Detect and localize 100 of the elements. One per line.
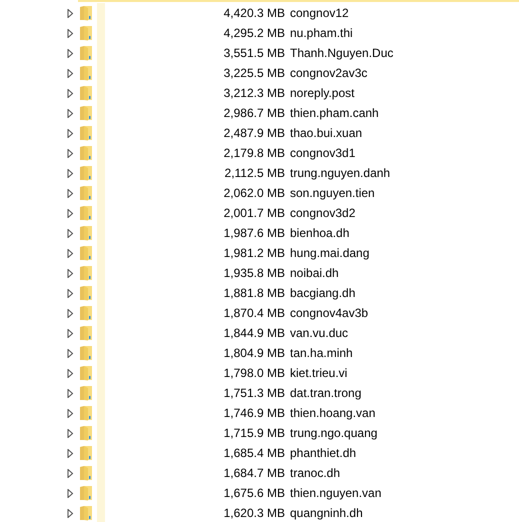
folder-name[interactable]: thien.nguyen.van (290, 486, 382, 500)
expand-arrow-icon[interactable] (66, 188, 75, 198)
folder-name[interactable]: congnov4av3b (290, 306, 368, 320)
expand-arrow-icon[interactable] (66, 448, 75, 458)
folder-size: 4,420.3 MB (222, 6, 285, 20)
expand-arrow-icon[interactable] (66, 488, 75, 498)
folder-name[interactable]: congnov2av3c (290, 66, 368, 80)
folder-size: 1,987.6 MB (222, 226, 285, 240)
folder-size: 1,675.6 MB (222, 486, 285, 500)
folder-icon (79, 465, 93, 481)
folder-icon (79, 285, 93, 301)
folder-icon (79, 105, 93, 121)
folder-size: 1,981.2 MB (222, 246, 285, 260)
expand-arrow-icon[interactable] (66, 328, 75, 338)
folder-size: 2,062.0 MB (222, 186, 285, 200)
folder-size: 3,212.3 MB (222, 86, 285, 100)
expand-arrow-icon[interactable] (66, 48, 75, 58)
folder-name[interactable]: bienhoa.dh (290, 226, 350, 240)
folder-icon (79, 185, 93, 201)
folder-name[interactable]: dat.tran.trong (290, 386, 362, 400)
expand-arrow-icon[interactable] (66, 148, 75, 158)
folder-name[interactable]: tan.ha.minh (290, 346, 353, 360)
folder-name[interactable]: noreply.post (290, 86, 354, 100)
expand-arrow-icon[interactable] (66, 248, 75, 258)
folder-size: 1,751.3 MB (222, 386, 285, 400)
folder-icon (79, 485, 93, 501)
folder-name[interactable]: quangninh.dh (290, 506, 363, 520)
folder-name[interactable]: tranoc.dh (290, 466, 340, 480)
folder-icon (79, 145, 93, 161)
expand-arrow-icon[interactable] (66, 468, 75, 478)
folder-size: 2,487.9 MB (222, 126, 285, 140)
folder-size: 3,225.5 MB (222, 66, 285, 80)
expand-arrow-icon[interactable] (66, 368, 75, 378)
folder-icon (79, 5, 93, 21)
expand-arrow-icon[interactable] (66, 88, 75, 98)
folder-name[interactable]: noibai.dh (290, 266, 339, 280)
expand-arrow-icon[interactable] (66, 428, 75, 438)
folder-name[interactable]: congnov3d2 (290, 206, 356, 220)
expand-arrow-icon[interactable] (66, 508, 75, 518)
folder-name[interactable]: kiet.trieu.vi (290, 366, 348, 380)
folder-name[interactable]: phanthiet.dh (290, 446, 356, 460)
folder-size: 2,986.7 MB (222, 106, 285, 120)
expand-arrow-icon[interactable] (66, 268, 75, 278)
folder-size: 1,844.9 MB (222, 326, 285, 340)
expand-arrow-icon[interactable] (66, 208, 75, 218)
folder-name[interactable]: thao.bui.xuan (290, 126, 362, 140)
folder-icon (79, 445, 93, 461)
folder-size: 1,746.9 MB (222, 406, 285, 420)
folder-icon (79, 85, 93, 101)
folder-icon (79, 65, 93, 81)
folder-size: 1,935.8 MB (222, 266, 285, 280)
folder-name[interactable]: congnov3d1 (290, 146, 356, 160)
folder-name[interactable]: trung.nguyen.danh (290, 166, 390, 180)
folder-size: 1,684.7 MB (222, 466, 285, 480)
folder-size: 3,551.5 MB (222, 46, 285, 60)
folder-icon (79, 265, 93, 281)
folder-size: 1,620.3 MB (222, 506, 285, 520)
folder-size: 1,804.9 MB (222, 346, 285, 360)
folder-icon (79, 345, 93, 361)
folder-name[interactable]: nu.pham.thi (290, 26, 353, 40)
folder-size: 1,685.4 MB (222, 446, 285, 460)
folder-name[interactable]: son.nguyen.tien (290, 186, 375, 200)
expand-arrow-icon[interactable] (66, 348, 75, 358)
folder-size: 2,179.8 MB (222, 146, 285, 160)
expand-arrow-icon[interactable] (66, 308, 75, 318)
folder-size: 1,870.4 MB (222, 306, 285, 320)
folder-size: 4,295.2 MB (222, 26, 285, 40)
expand-arrow-icon[interactable] (66, 8, 75, 18)
folder-size: 2,112.5 MB (224, 166, 285, 180)
folder-icon (79, 425, 93, 441)
expand-arrow-icon[interactable] (66, 408, 75, 418)
expand-arrow-icon[interactable] (66, 128, 75, 138)
expand-arrow-icon[interactable] (66, 108, 75, 118)
expand-arrow-icon[interactable] (66, 288, 75, 298)
folder-name[interactable]: thien.hoang.van (290, 406, 376, 420)
folder-name[interactable]: van.vu.duc (290, 326, 348, 340)
expand-arrow-icon[interactable] (66, 388, 75, 398)
folder-size: 1,881.8 MB (222, 286, 285, 300)
folder-name[interactable]: thien.pham.canh (290, 106, 379, 120)
folder-icon (79, 245, 93, 261)
expand-arrow-icon[interactable] (66, 28, 75, 38)
folder-size: 1,798.0 MB (222, 366, 285, 380)
expand-arrow-icon[interactable] (66, 228, 75, 238)
folder-icon (79, 225, 93, 241)
folder-name[interactable]: Thanh.Nguyen.Duc (290, 46, 394, 60)
folder-icon (79, 305, 93, 321)
expand-arrow-icon[interactable] (66, 168, 75, 178)
folder-size: 2,001.7 MB (222, 206, 285, 220)
folder-icon (79, 125, 93, 141)
folder-name[interactable]: trung.ngo.quang (290, 426, 378, 440)
folder-name[interactable]: hung.mai.dang (290, 246, 370, 260)
folder-name[interactable]: bacgiang.dh (290, 286, 356, 300)
folder-icon (79, 325, 93, 341)
folder-icon (79, 385, 93, 401)
folder-size: 1,715.9 MB (222, 426, 285, 440)
expand-arrow-icon[interactable] (66, 68, 75, 78)
folder-name[interactable]: congnov12 (290, 6, 349, 20)
folder-icon (79, 25, 93, 41)
folder-icon (79, 205, 93, 221)
folder-icon (79, 365, 93, 381)
